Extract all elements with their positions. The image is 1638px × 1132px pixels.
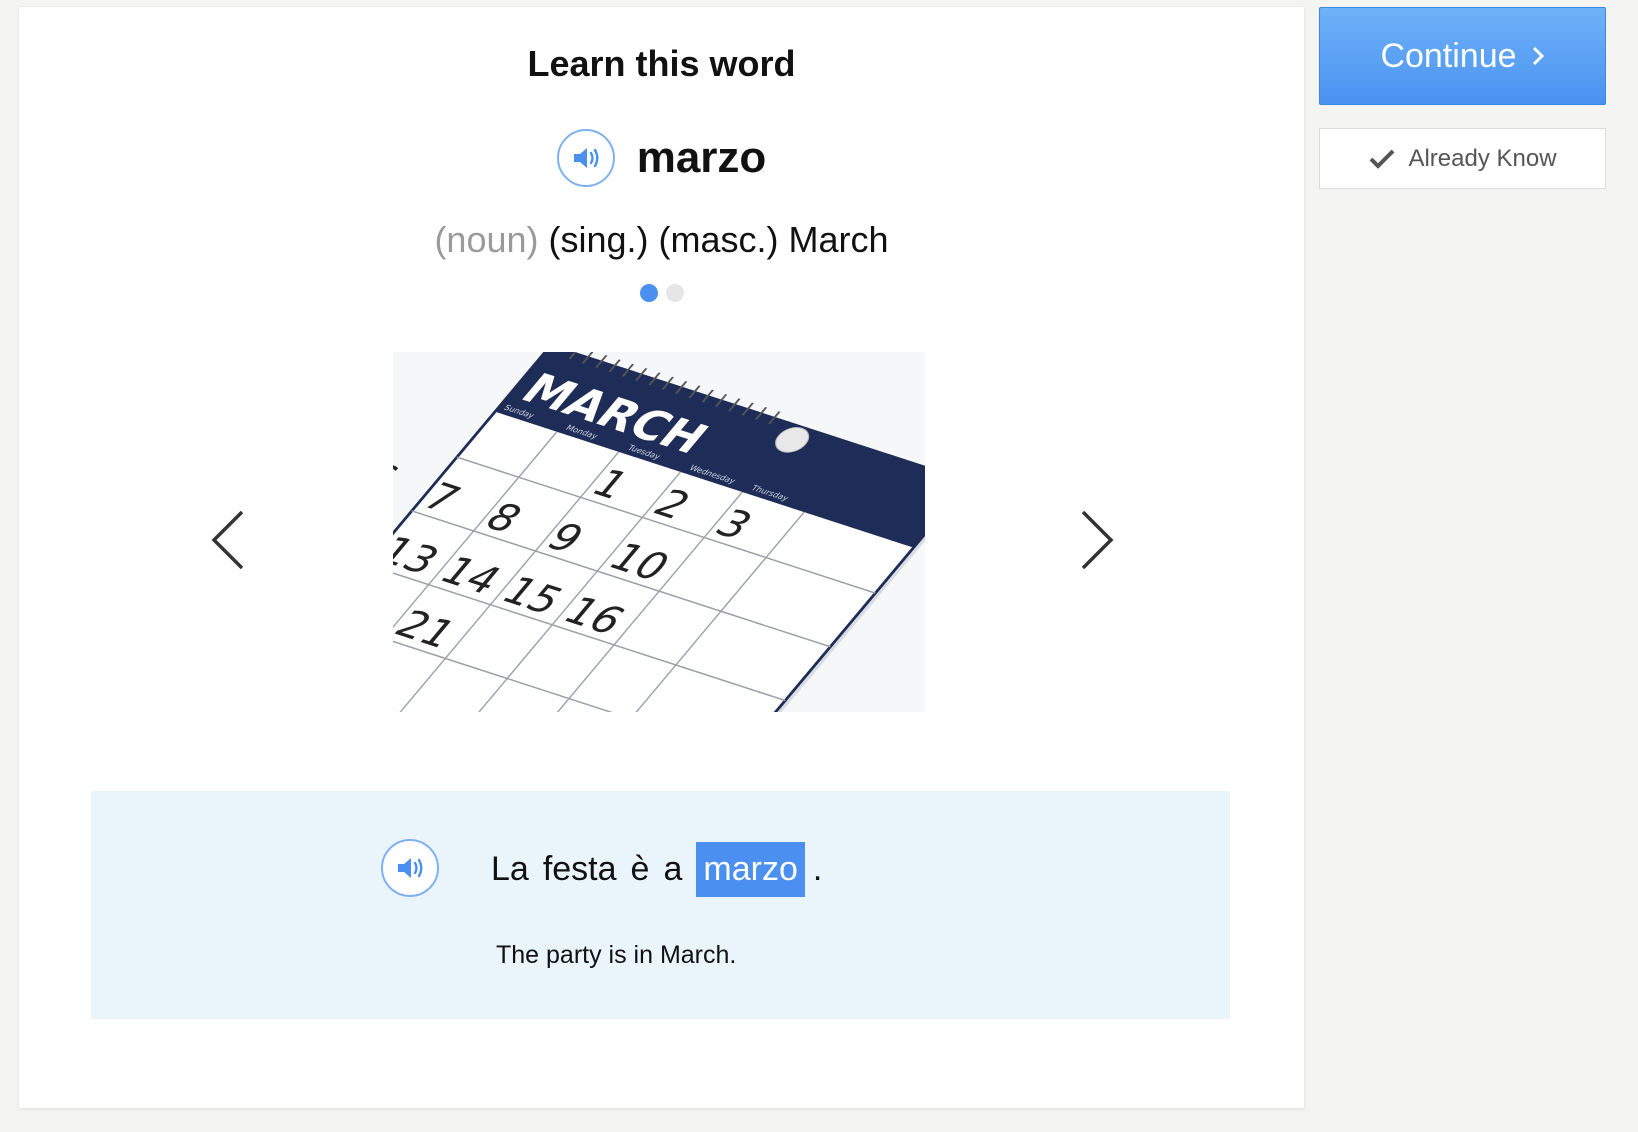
slide-indicator: [19, 284, 1304, 302]
already-know-button[interactable]: Already Know: [1319, 128, 1606, 189]
speaker-icon: [398, 858, 423, 878]
example-sentence: La festa è a marzo .: [491, 839, 836, 899]
sentence-word[interactable]: a: [663, 850, 682, 889]
sentence-word[interactable]: è: [631, 850, 650, 889]
sentence-audio-button[interactable]: [381, 839, 439, 897]
continue-button[interactable]: Continue: [1319, 7, 1606, 105]
next-image-button[interactable]: [1072, 505, 1122, 575]
sentence-word[interactable]: festa: [543, 850, 617, 889]
word-image: MARCH Sunday Monday Tuesday Wednesday Th…: [393, 352, 925, 712]
part-of-speech: (noun): [434, 219, 539, 260]
example-sentence-panel: La festa è a marzo . The party is in Mar…: [91, 791, 1230, 1019]
vocab-word: marzo: [636, 133, 767, 182]
chevron-left-icon: [211, 510, 244, 570]
page-title: Learn this word: [527, 43, 796, 84]
word-audio-button[interactable]: [556, 129, 615, 187]
word-row: marzo: [19, 129, 1304, 187]
calendar-illustration: MARCH Sunday Monday Tuesday Wednesday Th…: [393, 352, 925, 712]
lesson-card: Learn this word marzo (noun) (sing.) (ma…: [19, 7, 1304, 1108]
already-know-label: Already Know: [1408, 144, 1557, 172]
word-definition: (noun) (sing.) (masc.) March: [19, 219, 1304, 261]
checkmark-icon: [1370, 149, 1395, 169]
definition-text: (sing.) (masc.) March: [548, 219, 889, 260]
continue-label: Continue: [1380, 36, 1517, 75]
previous-image-button[interactable]: [203, 505, 253, 575]
sentence-punctuation: .: [812, 849, 823, 888]
chevron-right-icon: [1081, 510, 1114, 570]
sentence-word[interactable]: La: [491, 850, 529, 889]
chevron-right-icon: [1532, 46, 1544, 66]
speaker-icon: [573, 148, 599, 168]
highlighted-word[interactable]: marzo: [696, 841, 805, 897]
slide-dot-1[interactable]: [639, 284, 658, 302]
slide-dot-2[interactable]: [665, 284, 684, 302]
sentence-translation: The party is in March.: [496, 941, 737, 969]
